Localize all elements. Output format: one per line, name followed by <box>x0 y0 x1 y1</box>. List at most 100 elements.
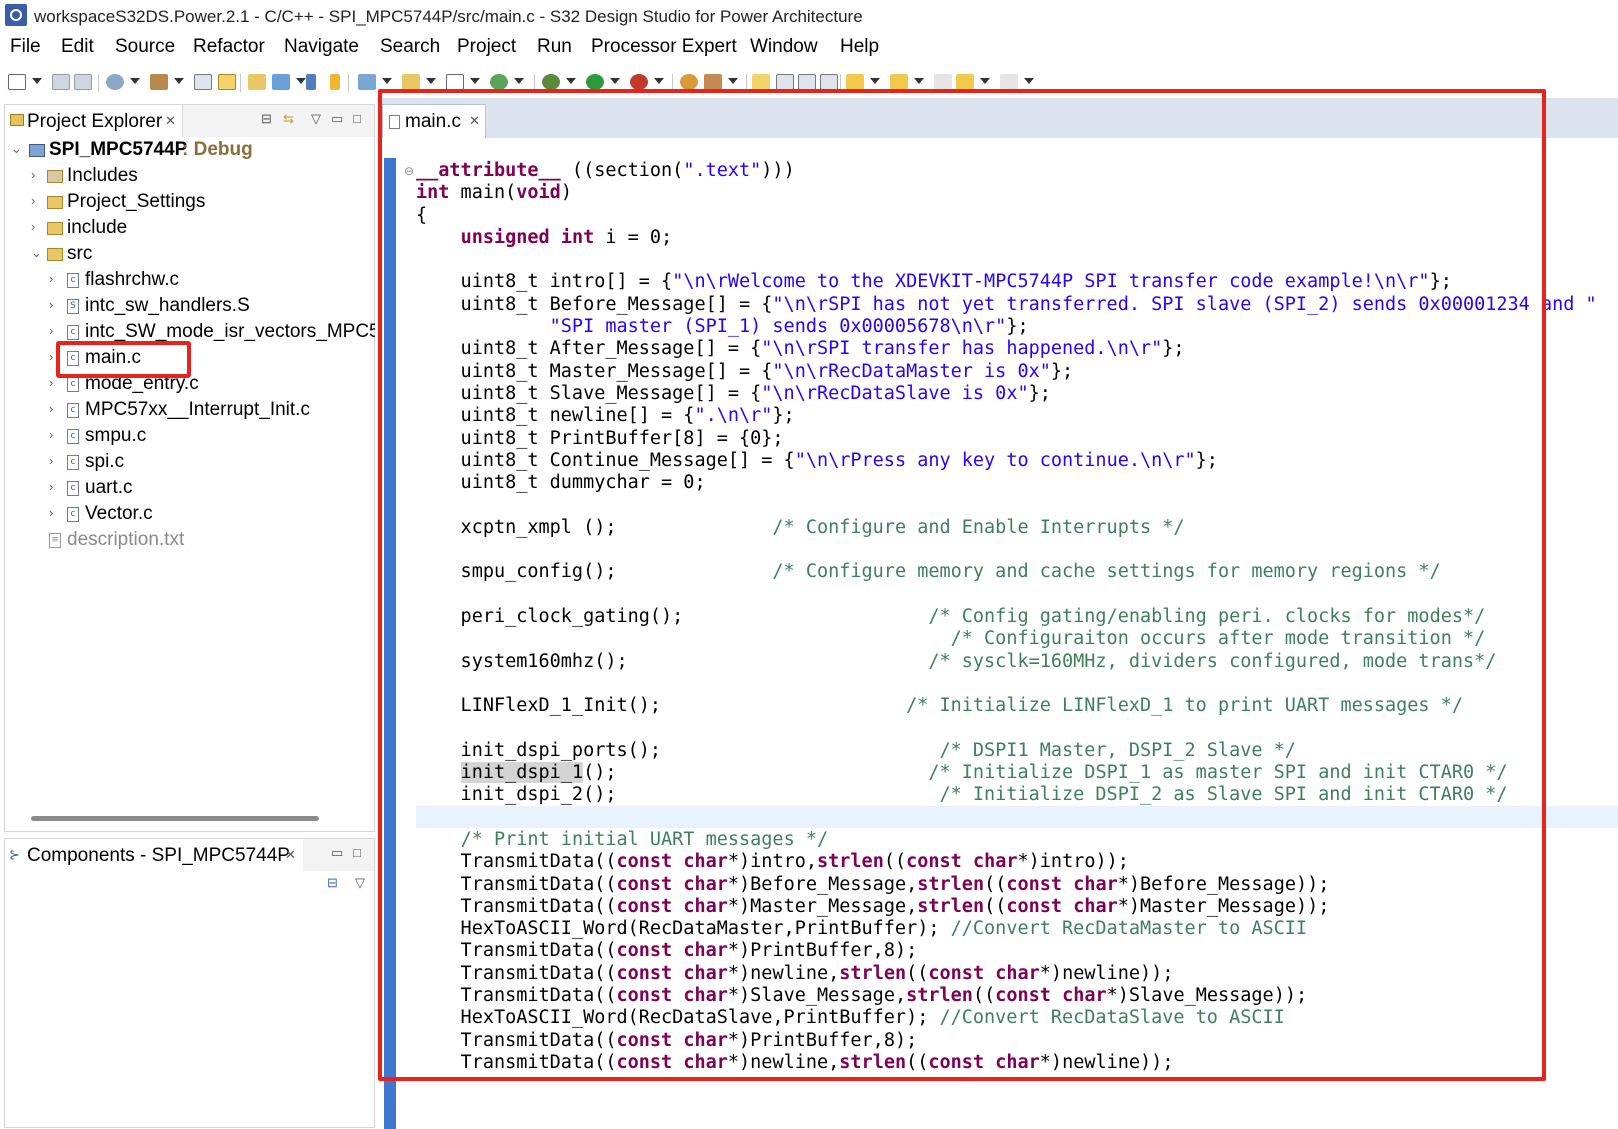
next-annotation-dropdown-icon[interactable] <box>870 78 880 84</box>
chevron-down-icon[interactable]: ⌄ <box>11 141 23 157</box>
menu-run[interactable]: Run <box>537 36 572 58</box>
folder-icon[interactable] <box>248 74 266 90</box>
minimize-icon[interactable]: ▭ <box>331 845 343 861</box>
chevron-right-icon[interactable]: › <box>49 479 61 494</box>
new-folder-dropdown-icon[interactable] <box>426 78 436 84</box>
refresh-dropdown-icon[interactable] <box>514 78 524 84</box>
c-file-icon: c <box>67 273 79 288</box>
export-icon[interactable] <box>218 74 236 90</box>
external-tools-icon[interactable] <box>630 74 648 90</box>
code-text[interactable]: __attribute__ ((section(".text"))) int m… <box>416 160 1597 1074</box>
external-tools-dropdown-icon[interactable] <box>654 78 664 84</box>
collapse-all-icon[interactable]: ⊟ <box>327 875 338 891</box>
save-all-icon[interactable] <box>74 74 92 90</box>
save-icon[interactable] <box>52 74 70 90</box>
next-annotation-icon[interactable] <box>846 74 864 90</box>
chevron-right-icon[interactable]: › <box>49 427 61 442</box>
chevron-right-icon[interactable]: › <box>49 271 61 286</box>
tree-item-label: Vector.c <box>85 503 153 524</box>
new-project-icon[interactable] <box>358 74 376 90</box>
back-dropdown-icon[interactable] <box>980 78 990 84</box>
overview-ruler <box>384 158 396 1129</box>
collapse-all-icon[interactable]: ⊟ <box>261 111 272 127</box>
maximize-icon[interactable]: □ <box>353 845 361 860</box>
menu-processor-expert[interactable]: Processor Expert <box>591 36 737 58</box>
monitor-icon[interactable] <box>272 74 290 90</box>
flash-icon[interactable] <box>330 74 340 90</box>
highlight-icon[interactable] <box>752 74 770 90</box>
chevron-right-icon[interactable]: › <box>49 323 61 338</box>
block-select-icon[interactable] <box>798 74 816 90</box>
close-icon[interactable]: ✕ <box>165 113 176 129</box>
open-type-icon[interactable] <box>680 74 698 90</box>
show-whitespace-icon[interactable] <box>820 74 838 90</box>
monitor-dropdown-icon[interactable] <box>296 78 306 84</box>
c-file-icon: c <box>67 325 79 340</box>
menu-refactor[interactable]: Refactor <box>193 36 265 58</box>
new-file-icon[interactable] <box>446 74 464 90</box>
build-dropdown-icon[interactable] <box>174 78 184 84</box>
menu-source[interactable]: Source <box>115 36 175 58</box>
tab-components[interactable]: ⊱ Components - SPI_MPC5744P ✕ <box>5 839 303 871</box>
settings-icon[interactable] <box>106 74 124 90</box>
chevron-right-icon[interactable]: › <box>49 453 61 468</box>
previous-annotation-icon[interactable] <box>890 74 908 90</box>
chevron-right-icon[interactable]: › <box>49 349 61 364</box>
refresh-icon[interactable] <box>490 74 508 90</box>
chevron-right-icon[interactable]: › <box>49 401 61 416</box>
toggle-mark-icon[interactable] <box>776 74 794 90</box>
view-menu-icon[interactable]: ▽ <box>355 875 365 891</box>
components-icon: ⊱ <box>9 847 20 862</box>
view-menu-icon[interactable]: ▽ <box>311 111 321 127</box>
tab-project-explorer[interactable]: Project Explorer ✕ <box>5 105 183 137</box>
fold-collapse-icon[interactable]: ⊖ <box>404 164 414 178</box>
chevron-right-icon[interactable]: › <box>31 167 43 182</box>
folder-icon <box>47 222 63 235</box>
close-icon[interactable]: ✕ <box>469 113 480 129</box>
folder-icon <box>47 196 63 209</box>
pointer-icon[interactable] <box>306 74 316 90</box>
run-dropdown-icon[interactable] <box>610 78 620 84</box>
menu-file[interactable]: File <box>10 36 41 58</box>
last-edit-icon[interactable] <box>934 74 952 90</box>
menu-navigate[interactable]: Navigate <box>284 36 359 58</box>
menu-project[interactable]: Project <box>457 36 516 58</box>
chevron-right-icon[interactable]: › <box>49 297 61 312</box>
binary-icon[interactable] <box>194 74 212 90</box>
search-icon[interactable] <box>704 74 722 90</box>
new-icon[interactable] <box>8 74 26 90</box>
settings-dropdown-icon[interactable] <box>130 78 140 84</box>
title-bar: workspaceS32DS.Power.2.1 - C/C++ - SPI_M… <box>0 0 1618 34</box>
menu-help[interactable]: Help <box>840 36 879 58</box>
build-hammer-icon[interactable] <box>150 74 168 90</box>
chevron-right-icon[interactable]: › <box>49 505 61 520</box>
new-project-dropdown-icon[interactable] <box>382 78 392 84</box>
chevron-right-icon[interactable]: › <box>31 193 43 208</box>
chevron-right-icon[interactable]: › <box>49 375 61 390</box>
new-folder-icon[interactable] <box>402 74 420 90</box>
project-explorer-panel: Project Explorer ✕ ⊟ ⇆ ▽ ▭ □ ⌄ SPI_MPC57… <box>4 104 375 832</box>
previous-annotation-dropdown-icon[interactable] <box>914 78 924 84</box>
chevron-down-icon[interactable]: ⌄ <box>31 245 43 261</box>
menu-edit[interactable]: Edit <box>61 36 94 58</box>
horizontal-scrollbar[interactable] <box>31 816 319 821</box>
chevron-right-icon[interactable]: › <box>31 219 43 234</box>
search-dropdown-icon[interactable] <box>728 78 738 84</box>
minimize-icon[interactable]: ▭ <box>331 111 343 127</box>
link-with-editor-icon[interactable]: ⇆ <box>283 111 294 127</box>
run-icon[interactable] <box>586 74 604 90</box>
forward-dropdown-icon[interactable] <box>1024 78 1034 84</box>
close-icon[interactable]: ✕ <box>285 847 296 863</box>
c-file-icon: c <box>67 377 79 392</box>
forward-arrow-icon[interactable] <box>1000 74 1018 90</box>
new-file-dropdown-icon[interactable] <box>470 78 480 84</box>
debug-dropdown-icon[interactable] <box>566 78 576 84</box>
back-arrow-icon[interactable] <box>956 74 974 90</box>
maximize-icon[interactable]: □ <box>353 111 361 126</box>
tab-main-c[interactable]: main.c ✕ <box>382 104 486 138</box>
debug-bug-icon[interactable] <box>542 74 560 90</box>
menu-window[interactable]: Window <box>750 36 818 58</box>
menu-search[interactable]: Search <box>380 36 440 58</box>
new-dropdown-icon[interactable] <box>32 78 42 84</box>
tree-item-file[interactable]: › c intc_SW_mode_isr_vectors_MPC574 <box>49 321 375 345</box>
